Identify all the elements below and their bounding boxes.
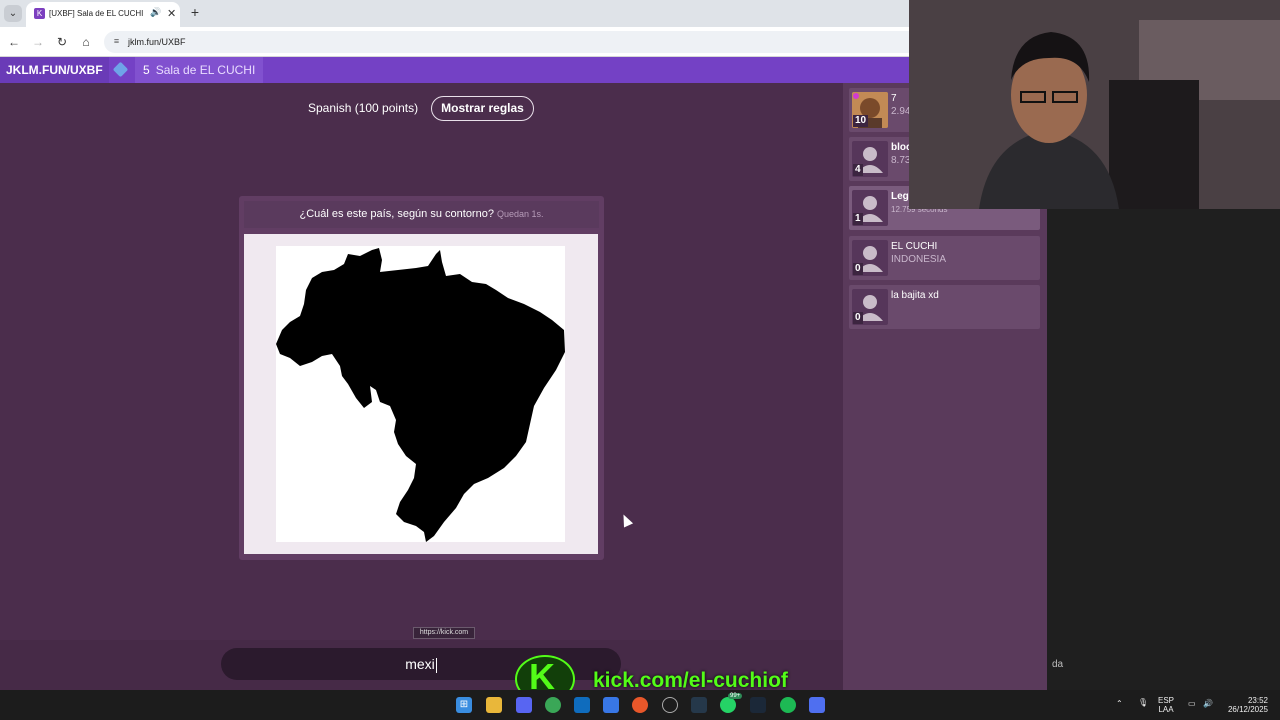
show-rules-button[interactable]: Mostrar reglas bbox=[431, 96, 534, 121]
dictionary-label: Spanish (100 points) bbox=[308, 101, 419, 115]
screen: ⌄ K [UXBF] Sala de EL CUCHI 🔊 ✕ + ← → ↻ … bbox=[0, 0, 1280, 720]
start-icon[interactable]: ⊞ bbox=[456, 697, 472, 713]
obs-icon[interactable] bbox=[662, 697, 678, 713]
chrome-icon[interactable] bbox=[545, 697, 561, 713]
microphone-icon[interactable]: 🎙 bbox=[1138, 698, 1148, 707]
spotify-icon[interactable] bbox=[780, 697, 796, 713]
back-icon[interactable]: ← bbox=[7, 35, 21, 49]
answer-text: mexi bbox=[405, 656, 435, 672]
player-name: la bajita xd bbox=[891, 290, 939, 301]
gem-icon bbox=[112, 61, 129, 78]
browser-tab[interactable]: K [UXBF] Sala de EL CUCHI 🔊 ✕ bbox=[26, 2, 180, 27]
tray-chevron-icon[interactable]: ⌃ bbox=[1116, 699, 1123, 708]
taskbar: ⊞ 99+ ⌃ 🎙 ESP LAA ▭ 🔊 23:52 26/12/2025 bbox=[0, 690, 1280, 720]
player-status: INDONESIA bbox=[891, 254, 947, 265]
player-name: EL CUCHI bbox=[891, 241, 938, 252]
site-info-icon[interactable]: ≡ bbox=[110, 35, 123, 48]
forward-icon[interactable]: → bbox=[31, 35, 45, 49]
vscode-icon[interactable] bbox=[574, 697, 590, 713]
discord-icon[interactable] bbox=[516, 697, 532, 713]
app-icon[interactable] bbox=[603, 697, 619, 713]
question-card: ¿Cuál es este país, según su contorno? Qu… bbox=[239, 196, 604, 560]
url-text: jklm.fun/UXBF bbox=[128, 37, 186, 47]
firefox-icon[interactable] bbox=[632, 697, 648, 713]
player-name: 7 bbox=[891, 93, 897, 104]
notification-badge: 99+ bbox=[728, 693, 743, 699]
jklm-favicon-icon: K bbox=[34, 8, 45, 19]
clock-time: 23:52 bbox=[1247, 696, 1268, 705]
player-avatar: 0 bbox=[852, 289, 888, 325]
player-score: 4 bbox=[853, 164, 863, 176]
player-status: 2.94 bbox=[891, 106, 911, 117]
app-icon[interactable] bbox=[809, 697, 825, 713]
keyboard-layout: LAA bbox=[1158, 705, 1174, 714]
home-icon[interactable]: ⌂ bbox=[79, 35, 93, 49]
player-card[interactable]: 0 EL CUCHI INDONESIA bbox=[849, 236, 1040, 280]
reload-icon[interactable]: ↻ bbox=[55, 35, 69, 49]
player-score: 1 bbox=[853, 213, 863, 225]
steam-icon[interactable] bbox=[750, 697, 766, 713]
question-bar: ¿Cuál es este país, según su contorno? Qu… bbox=[244, 201, 599, 228]
text-caret bbox=[435, 657, 437, 673]
player-status: 8.73 bbox=[891, 155, 911, 166]
game-area: Spanish (100 points) Mostrar reglas ¿Cuá… bbox=[0, 83, 843, 640]
tab-search-icon[interactable]: ⌄ bbox=[4, 5, 22, 22]
tab-close-icon[interactable]: ✕ bbox=[167, 7, 176, 20]
file-explorer-icon[interactable] bbox=[486, 697, 502, 713]
tab-audio-icon[interactable]: 🔊 bbox=[150, 7, 161, 18]
volume-icon[interactable]: 🔊 bbox=[1203, 699, 1213, 708]
browser-tabstrip: ⌄ K [UXBF] Sala de EL CUCHI 🔊 ✕ + bbox=[0, 0, 909, 27]
map-frame bbox=[244, 234, 598, 554]
player-score: 0 bbox=[853, 263, 863, 275]
timer-text: Quedan 1s. bbox=[496, 209, 544, 219]
clock[interactable]: 23:52 26/12/2025 bbox=[1224, 696, 1268, 714]
country-silhouette-icon bbox=[276, 248, 565, 542]
country-outline-image bbox=[276, 246, 565, 542]
question-text: ¿Cuál es este país, según su contorno? bbox=[299, 208, 494, 220]
webcam-overlay bbox=[909, 0, 1280, 209]
webcam-person-image bbox=[909, 0, 1280, 209]
new-tab-icon[interactable]: + bbox=[188, 5, 202, 19]
browser-toolbar: ← → ↻ ⌂ ≡ jklm.fun/UXBF bbox=[0, 27, 909, 57]
app-icon[interactable] bbox=[691, 697, 707, 713]
clock-date: 26/12/2025 bbox=[1227, 705, 1268, 714]
player-avatar: 4 bbox=[852, 141, 888, 177]
address-bar[interactable]: ≡ jklm.fun/UXBF bbox=[104, 31, 909, 53]
player-avatar: 10 bbox=[852, 92, 888, 128]
room-player-count: 5 bbox=[143, 63, 150, 77]
site-brand-link[interactable]: JKLM.FUN/UXBF bbox=[0, 57, 109, 83]
whatsapp-icon[interactable] bbox=[720, 697, 736, 713]
room-tab[interactable]: 5 Sala de EL CUCHI bbox=[135, 57, 264, 83]
language-code: ESP bbox=[1158, 696, 1175, 705]
player-avatar: 0 bbox=[852, 240, 888, 276]
site-header: JKLM.FUN/UXBF 5 Sala de EL CUCHI bbox=[0, 57, 909, 83]
player-score: 0 bbox=[853, 312, 863, 324]
network-icon[interactable]: ▭ bbox=[1188, 699, 1196, 708]
player-avatar: 1 bbox=[852, 190, 888, 226]
chat-panel: da bbox=[1047, 209, 1280, 690]
room-name: Sala de EL CUCHI bbox=[155, 63, 256, 77]
language-indicator[interactable]: ESP LAA bbox=[1158, 696, 1174, 714]
player-card[interactable]: 0 la bajita xd bbox=[849, 285, 1040, 329]
tab-title: [UXBF] Sala de EL CUCHI bbox=[49, 9, 144, 18]
player-name: Leg bbox=[891, 191, 909, 202]
link-tooltip: https://kick.com bbox=[413, 627, 475, 639]
chat-input-text[interactable]: da bbox=[1052, 659, 1063, 670]
player-score: 10 bbox=[853, 115, 869, 127]
